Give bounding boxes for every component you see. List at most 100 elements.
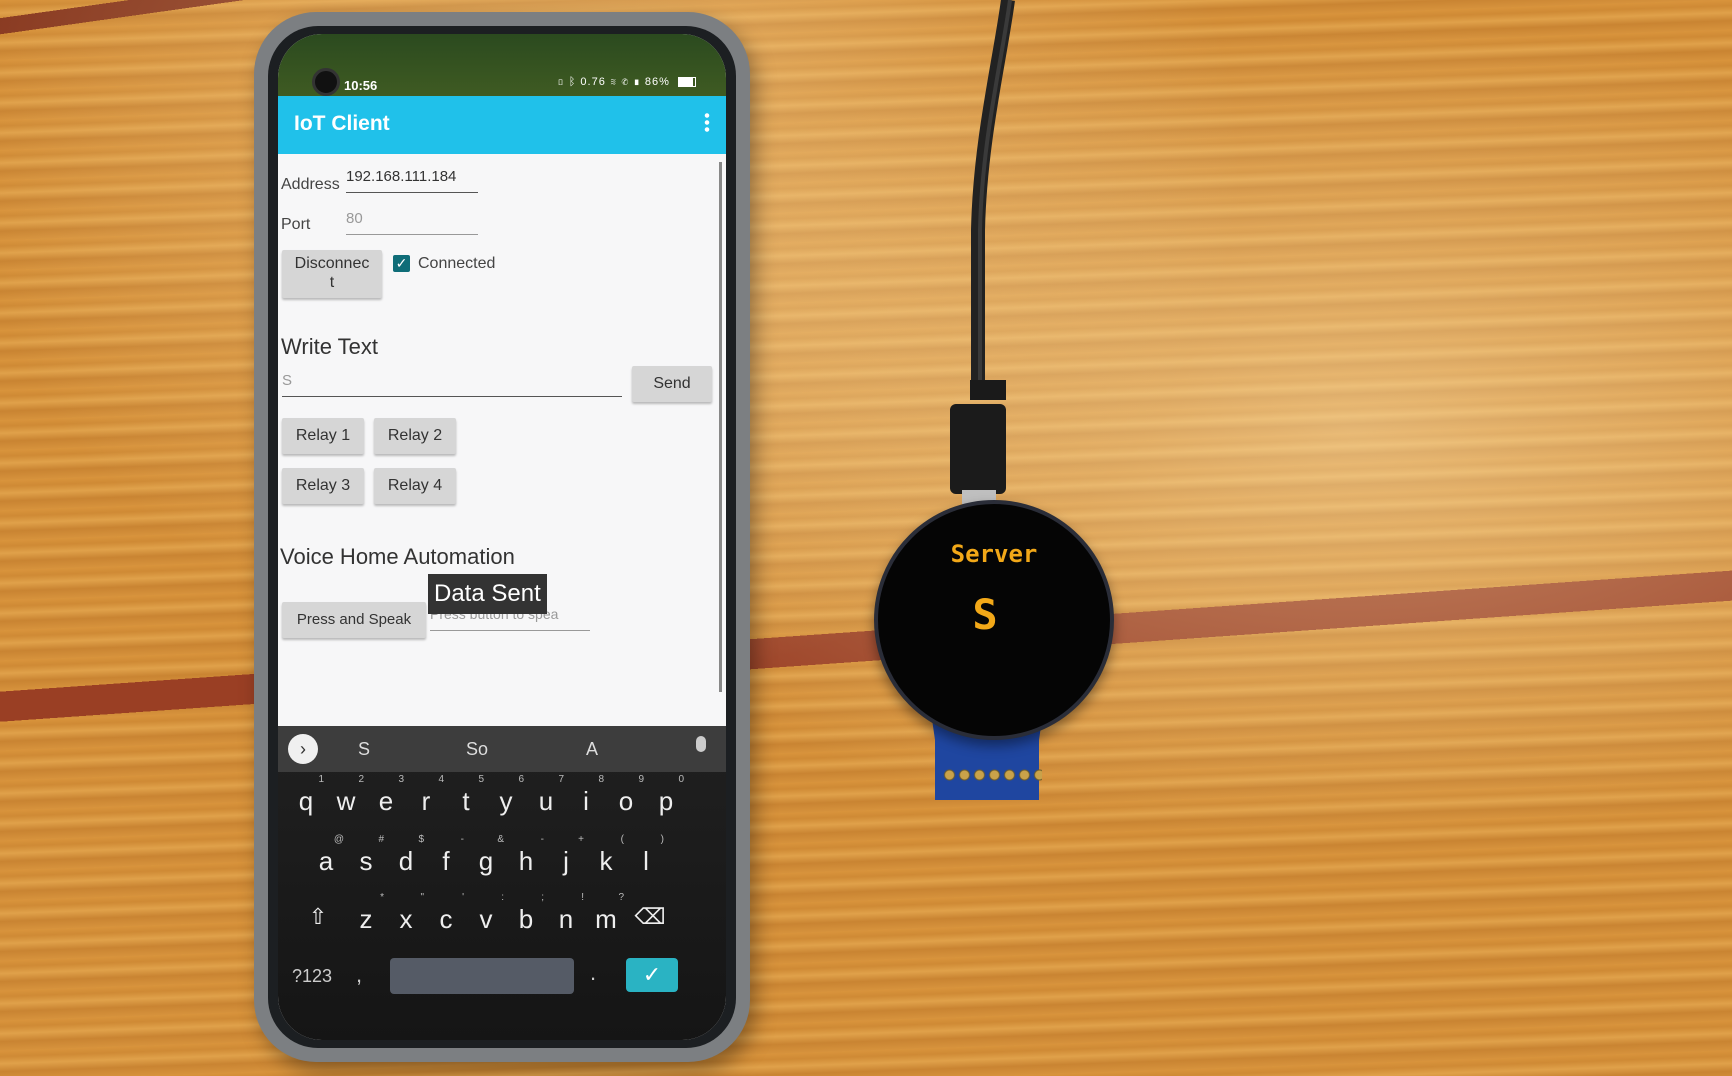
write-text-input[interactable]: S [282,372,622,397]
comma-key[interactable]: , [356,962,362,988]
key-label: k [599,846,613,876]
key-g[interactable]: g & [466,834,506,877]
key-label: t [462,786,470,816]
app-content: Address 192.168.111.184 Port 80 Disconne… [278,154,726,726]
key-q[interactable]: q1 [286,774,326,817]
enter-check-icon[interactable]: ✓ [626,958,678,992]
backspace-key-icon[interactable]: ⌫ [630,904,670,930]
suggestion-2[interactable]: So [466,739,488,760]
key-l[interactable]: l) [626,834,666,877]
key-label: x [399,904,413,934]
key-alt-label: 2 [358,774,364,785]
key-w[interactable]: w2 [326,774,366,817]
expand-arrow-icon[interactable]: › [288,734,318,764]
key-t[interactable]: t5 [446,774,486,817]
key-label: g [478,846,494,876]
key-r[interactable]: r4 [406,774,446,817]
key-alt-label: @ [333,834,344,845]
port-label: Port [281,216,311,233]
key-k[interactable]: k( [586,834,626,877]
overflow-menu-icon[interactable] [704,112,710,132]
key-m[interactable]: m? [586,892,626,935]
relay-3-button[interactable]: Relay 3 [282,468,364,504]
status-bar: 10:56 ▯ ᛒ 0.76 ≋ ✆ ▮ 86% [278,34,726,96]
key-y[interactable]: y6 [486,774,526,817]
round-lcd-screen: Server S [874,500,1114,740]
disconnect-button[interactable]: Disconnec t [282,250,382,298]
key-label: a [318,846,334,876]
key-alt-label: 6 [518,774,524,785]
key-label: d [398,846,414,876]
shift-key-icon[interactable]: ⇧ [298,904,338,930]
key-a[interactable]: a @ [306,834,346,877]
key-label: z [359,904,373,934]
relay-2-button[interactable]: Relay 2 [374,418,456,454]
relay-4-button[interactable]: Relay 4 [374,468,456,504]
suggestion-strip: › S So A [278,726,726,772]
key-alt-label: : [501,892,504,903]
smartphone: 10:56 ▯ ᛒ 0.76 ≋ ✆ ▮ 86% IoT Client Addr… [254,12,750,1062]
address-input[interactable]: 192.168.111.184 [346,168,478,193]
space-bar[interactable] [390,958,574,994]
vibrate-icon: ▯ [557,76,565,88]
key-i[interactable]: i8 [566,774,606,817]
key-label: p [658,786,674,816]
key-z[interactable]: z * [346,892,386,935]
phone-bezel: 10:56 ▯ ᛒ 0.76 ≋ ✆ ▮ 86% IoT Client Addr… [268,26,736,1048]
key-o[interactable]: o9 [606,774,646,817]
key-label: c [439,904,453,934]
key-label: e [378,786,394,816]
relay-1-button[interactable]: Relay 1 [282,418,364,454]
connected-label: Connected [418,255,496,272]
key-alt-label: ' [462,892,464,903]
key-alt-label: # [378,834,384,845]
key-alt-label: 1 [318,774,324,785]
key-b[interactable]: b; [506,892,546,935]
key-d[interactable]: d $ [386,834,426,877]
key-h[interactable]: h- [506,834,546,877]
send-button[interactable]: Send [632,366,712,402]
port-input[interactable]: 80 [346,210,478,235]
key-v[interactable]: v: [466,892,506,935]
battery-icon [678,77,696,88]
key-alt-label: 4 [438,774,444,785]
toast-message: Data Sent [428,574,547,614]
header-pins [942,768,1042,782]
key-alt-label: - [540,834,544,845]
key-p[interactable]: p0 [646,774,686,817]
usb-cable [970,0,1015,400]
suggestion-1[interactable]: S [358,739,370,760]
numbers-key[interactable]: ?123 [292,966,332,987]
scrollbar[interactable] [719,162,722,692]
front-camera-icon [312,68,340,96]
key-j[interactable]: j + [546,834,586,877]
key-alt-label: ; [541,892,544,903]
key-alt-label: " [420,892,424,903]
key-c[interactable]: c ' [426,892,466,935]
press-and-speak-button[interactable]: Press and Speak [282,602,426,638]
period-key[interactable]: . [590,960,596,986]
key-alt-label: 5 [478,774,484,785]
key-label: r [421,786,431,816]
key-alt-label: ! [581,892,584,903]
key-alt-label: 0 [678,774,684,785]
key-s[interactable]: s # [346,834,386,877]
key-label: i [583,786,589,816]
connected-checkbox[interactable]: ✓ [393,255,410,272]
display-title: Server [950,540,1038,568]
app-title: IoT Client [294,112,390,135]
display-received-text: S [972,590,998,639]
key-x[interactable]: x " [386,892,426,935]
key-f[interactable]: f- [426,834,466,877]
key-e[interactable]: e3 [366,774,406,817]
key-n[interactable]: n! [546,892,586,935]
key-alt-label: ( [620,834,624,845]
key-label: n [558,904,574,934]
mic-icon[interactable] [696,736,706,752]
battery-percent: 86% [644,76,670,88]
key-u[interactable]: u7 [526,774,566,817]
key-label: s [359,846,373,876]
key-alt-label: - [460,834,464,845]
suggestion-3[interactable]: A [586,739,598,760]
key-label: h [518,846,534,876]
